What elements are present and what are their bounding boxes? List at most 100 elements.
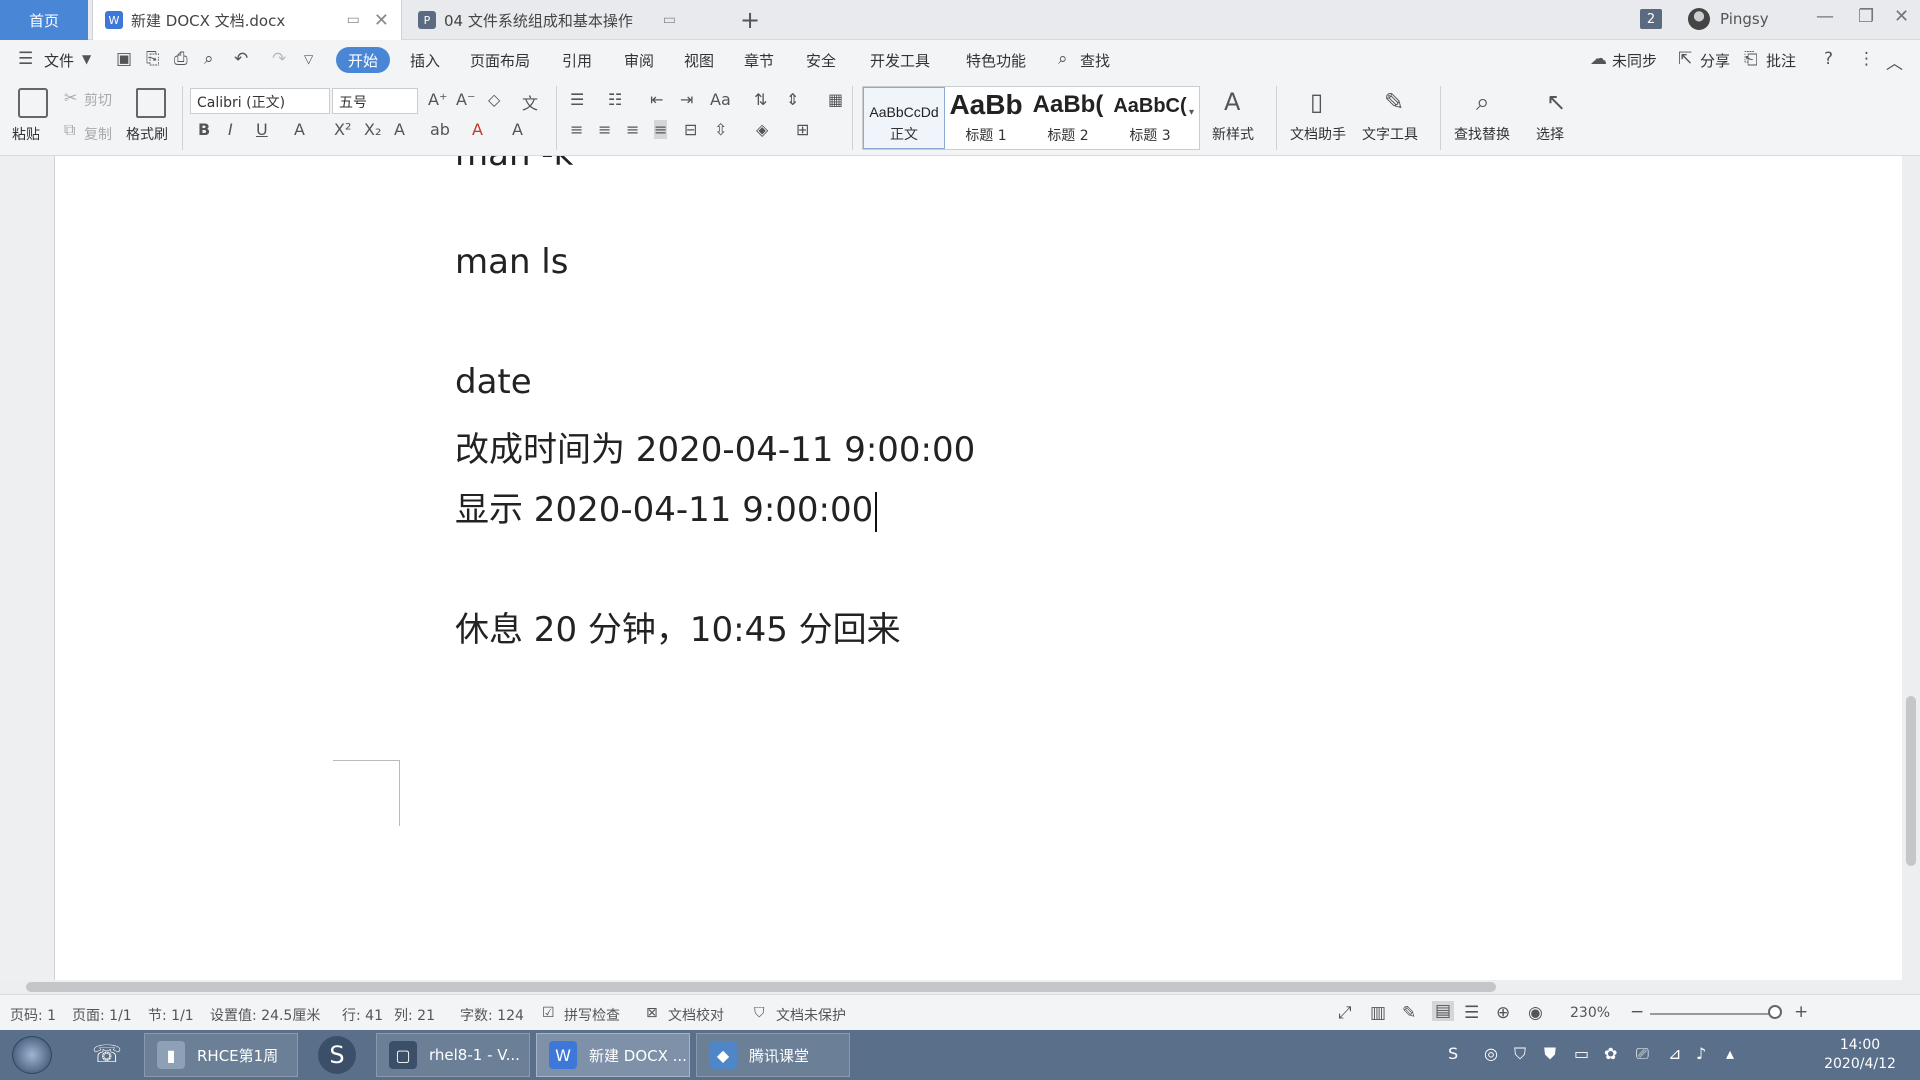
share-button[interactable]: 分享	[1700, 50, 1730, 71]
cut-icon[interactable]: ✂	[64, 88, 77, 107]
justify-icon[interactable]: ≡	[654, 120, 668, 139]
increase-indent-icon[interactable]: ⇥	[680, 90, 693, 109]
volume-icon[interactable]: ♪	[1696, 1044, 1706, 1063]
style-heading-3[interactable]: AaBbC( 标题 3	[1109, 87, 1191, 149]
taskbar-item-tencent-classroom[interactable]: ◆ 腾讯课堂	[696, 1033, 850, 1077]
font-color-icon[interactable]: A	[472, 120, 483, 139]
zoom-level[interactable]: 230%	[1570, 1005, 1610, 1021]
outline-view-icon[interactable]: ☰	[1464, 1003, 1479, 1023]
monitor-icon[interactable]: ▭	[1574, 1044, 1589, 1063]
sync-status[interactable]: 未同步	[1612, 50, 1657, 71]
hamburger-menu-icon[interactable]: ☰	[18, 49, 33, 69]
menu-view[interactable]: 视图	[684, 50, 714, 71]
more-icon[interactable]: ⋮	[1858, 49, 1875, 69]
status-section[interactable]: 节: 1/1	[148, 1005, 194, 1025]
borders-icon[interactable]: ⊞	[796, 120, 809, 139]
change-case-icon[interactable]: Aa	[710, 90, 731, 109]
taskbar-item-docx[interactable]: W 新建 DOCX ...	[536, 1033, 690, 1077]
paste-button[interactable]: 粘贴	[12, 124, 40, 144]
underline-icon[interactable]: U	[256, 120, 268, 139]
protect-status[interactable]: 文档未保护	[776, 1005, 846, 1025]
doc-helper-icon[interactable]: ▯	[1310, 88, 1323, 116]
save-icon[interactable]: ▣	[116, 49, 132, 69]
align-left-icon[interactable]: ≡	[570, 120, 583, 139]
user-account[interactable]: Pingsy	[1688, 8, 1769, 30]
phonetic-icon[interactable]: 文	[522, 90, 538, 114]
menu-search[interactable]: 查找	[1080, 50, 1110, 71]
decrease-indent-icon[interactable]: ⇤	[650, 90, 663, 109]
menu-file[interactable]: 文件	[44, 50, 74, 71]
cloud-sync-icon[interactable]: ☁	[1590, 49, 1607, 69]
start-button[interactable]	[12, 1036, 52, 1074]
italic-icon[interactable]: I	[228, 120, 233, 139]
customize-icon[interactable]: ▽	[304, 52, 313, 66]
spell-check-button[interactable]: 拼写检查	[564, 1005, 620, 1025]
help-icon[interactable]: ?	[1824, 49, 1833, 69]
highlight-icon[interactable]: ab	[430, 120, 450, 139]
pin-icon[interactable]: ▭	[663, 12, 676, 28]
clear-format-icon[interactable]: ◇	[488, 90, 500, 109]
menu-home-active[interactable]: 开始	[336, 47, 390, 73]
shield-icon[interactable]: ⛉	[754, 1005, 765, 1021]
select-button[interactable]: 选择	[1536, 124, 1564, 144]
distribute-icon[interactable]: ⊟	[684, 120, 697, 139]
text-effect-icon[interactable]: A	[394, 120, 405, 139]
network-icon[interactable]: ⊿	[1668, 1044, 1681, 1063]
comment-button[interactable]: 批注	[1766, 50, 1796, 71]
print-icon[interactable]: ⎙	[174, 49, 188, 69]
zoom-slider[interactable]	[1650, 1013, 1780, 1015]
sort-icon[interactable]: ⇅	[754, 90, 767, 109]
align-right-icon[interactable]: ≡	[626, 120, 639, 139]
gallery-more-icon[interactable]: ▾	[1189, 107, 1194, 118]
close-window-icon[interactable]: ✕	[1894, 6, 1909, 27]
text-tools-button[interactable]: 文字工具	[1362, 124, 1418, 144]
cut-button[interactable]: 剪切	[84, 90, 112, 110]
menu-security[interactable]: 安全	[806, 50, 836, 71]
find-replace-button[interactable]: 查找替换	[1454, 124, 1510, 144]
status-page[interactable]: 页面: 1/1	[72, 1005, 132, 1025]
s-app-icon[interactable]: S	[318, 1036, 356, 1074]
zoom-out-icon[interactable]: −	[1630, 1002, 1644, 1022]
copy-icon[interactable]: ⧉	[64, 120, 75, 140]
menu-developer[interactable]: 开发工具	[870, 50, 930, 71]
minimize-icon[interactable]: —	[1816, 6, 1834, 27]
numbering-icon[interactable]: ☷	[608, 90, 622, 109]
table-icon[interactable]: ▦	[828, 90, 843, 109]
comment-icon[interactable]: ⎗	[1744, 49, 1758, 69]
proofread-icon[interactable]: ⊠	[646, 1005, 658, 1021]
shrink-font-icon[interactable]: A⁻	[456, 90, 475, 109]
paste-icon[interactable]	[18, 88, 48, 118]
menu-chapter[interactable]: 章节	[744, 50, 774, 71]
export-icon[interactable]: ⎘	[146, 49, 160, 69]
proofread-button[interactable]: 文档校对	[668, 1005, 724, 1025]
menu-insert[interactable]: 插入	[410, 50, 440, 71]
wrench-icon[interactable]: ✎	[1384, 88, 1404, 116]
taskbar-item-rhce[interactable]: ▮ RHCE第1周	[144, 1033, 298, 1077]
format-painter-icon[interactable]	[136, 88, 166, 118]
grow-font-icon[interactable]: A⁺	[428, 90, 447, 109]
web-view-icon[interactable]: ⊕	[1496, 1003, 1510, 1023]
bullets-icon[interactable]: ☰	[570, 90, 584, 109]
pin-icon[interactable]: ▭	[347, 12, 360, 28]
strikethrough-icon[interactable]: A	[294, 120, 305, 139]
sogou-input-icon[interactable]: S	[1448, 1044, 1458, 1063]
page-view-icon[interactable]: ▤	[1432, 1001, 1455, 1021]
bold-icon[interactable]: B	[198, 120, 210, 139]
style-normal[interactable]: AaBbCcDd 正文	[863, 87, 945, 149]
undo-icon[interactable]: ↶	[234, 49, 248, 69]
status-setting[interactable]: 设置值: 24.5厘米	[210, 1005, 320, 1025]
font-name-select[interactable]: Calibri (正文)	[190, 88, 330, 114]
tab-presentation[interactable]: P 04 文件系统组成和基本操作 ▭	[406, 0, 702, 40]
spell-check-icon[interactable]: ☑	[542, 1005, 555, 1021]
search-icon[interactable]: ⌕	[1058, 49, 1068, 69]
share-icon[interactable]: ⇱	[1678, 49, 1692, 69]
restore-icon[interactable]: ❐	[1858, 6, 1874, 27]
status-row[interactable]: 行: 41	[342, 1005, 383, 1025]
align-center-icon[interactable]: ≡	[598, 120, 611, 139]
status-page-code[interactable]: 页码: 1	[10, 1005, 56, 1025]
doc-helper-button[interactable]: 文档助手	[1290, 124, 1346, 144]
tray-expand-icon[interactable]: ▴	[1726, 1044, 1734, 1063]
fullscreen-icon[interactable]: ⤢	[1338, 1003, 1352, 1023]
print-preview-icon[interactable]: ⌕	[204, 49, 214, 69]
security-shield-icon[interactable]: ⛉	[1514, 1044, 1526, 1064]
